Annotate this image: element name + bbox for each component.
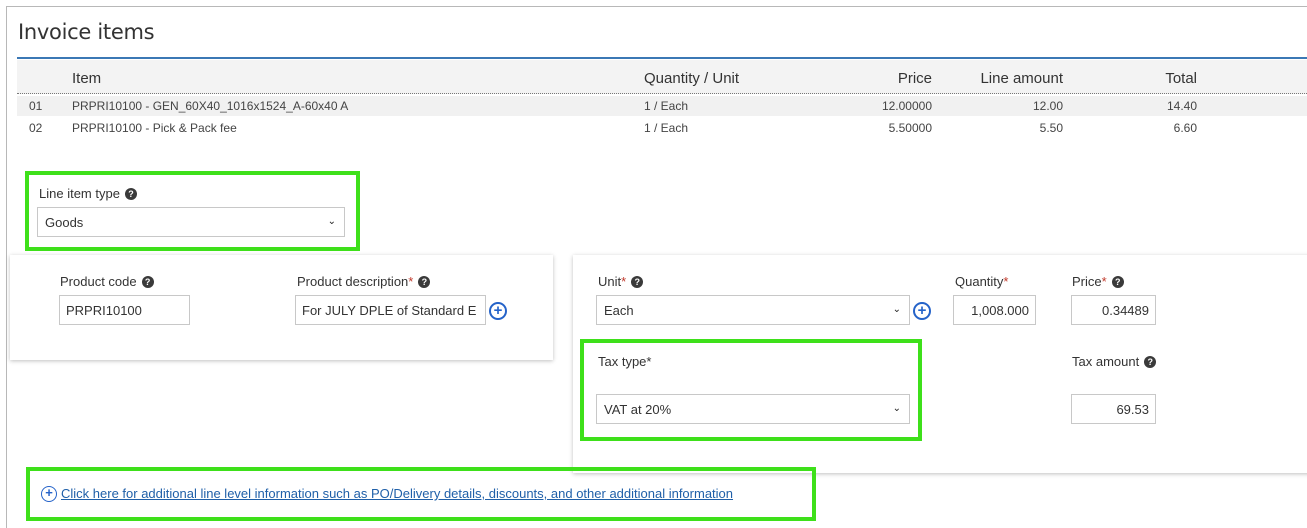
row-number: 01 [29,99,43,113]
add-description-icon[interactable]: + [489,302,507,320]
price-label: Price*? [1072,274,1124,289]
row-item: PRPRI10100 - GEN_60X40_1016x1524_A-60x40… [72,99,349,113]
row-price: 12.00000 [881,99,932,113]
help-icon[interactable]: ? [1111,276,1124,288]
tax-amount-label: Tax amount? [1072,354,1157,369]
product-code-input[interactable]: PRPRI10100 [59,295,190,325]
col-header-qty-unit: Quantity / Unit [644,70,740,87]
row-number: 02 [29,121,43,135]
row-qty-unit: 1 / Each [644,99,689,113]
title-divider [17,57,1307,59]
tax-amount-input[interactable]: 69.53 [1071,394,1156,424]
row-line-amount: 5.50 [1039,121,1063,135]
help-icon[interactable]: ? [418,276,431,288]
help-icon[interactable]: ? [141,276,154,288]
unit-label: Unit*? [598,274,644,289]
line-item-type-label: Line item type? [39,186,137,201]
add-unit-icon[interactable]: + [913,302,931,320]
row-item: PRPRI10100 - Pick & Pack fee [72,121,237,135]
line-item-type-select[interactable]: Goods ⌄ [37,207,345,237]
chevron-down-icon: ⌄ [892,304,901,315]
help-icon[interactable]: ? [1144,356,1157,368]
row-line-amount: 12.00 [1032,99,1063,113]
row-price: 5.50000 [888,121,932,135]
product-description-label: Product description*? [297,274,431,289]
col-header-line-amount: Line amount [980,70,1063,87]
additional-info-link[interactable]: Click here for additional line level inf… [61,486,733,501]
row-total: 6.60 [1173,121,1197,135]
unit-select[interactable]: Each ⌄ [596,295,910,325]
product-description-input[interactable]: For JULY DPLE of Standard E [295,295,486,325]
help-icon[interactable]: ? [631,276,644,288]
line-item-type-value: Goods [45,215,84,230]
chevron-down-icon: ⌄ [327,216,336,227]
help-icon[interactable]: ? [124,188,137,200]
chevron-down-icon: ⌄ [892,403,901,414]
section-title: Invoice items [18,20,155,44]
table-row[interactable]: 01 PRPRI10100 - GEN_60X40_1016x1524_A-60… [17,96,1307,116]
product-code-label: Product code? [60,274,154,289]
col-header-total: Total [1165,70,1197,87]
table-row[interactable]: 02 PRPRI10100 - Pick & Pack fee 1 / Each… [17,118,1307,138]
quantity-input[interactable]: 1,008.000 [953,295,1036,325]
price-input[interactable]: 0.34489 [1071,295,1156,325]
col-header-item: Item [72,70,102,87]
tax-type-label: Tax type* [598,354,652,369]
col-header-price: Price [897,70,932,87]
quantity-label: Quantity* [955,274,1009,289]
table-header: Item Quantity / Unit Price Line amount T… [17,60,1307,94]
unit-value: Each [604,303,634,318]
row-qty-unit: 1 / Each [644,121,689,135]
expand-plus-icon[interactable]: + [41,486,57,502]
tax-type-select[interactable]: VAT at 20% ⌄ [596,394,910,424]
tax-type-value: VAT at 20% [604,402,672,417]
row-total: 14.40 [1166,99,1197,113]
